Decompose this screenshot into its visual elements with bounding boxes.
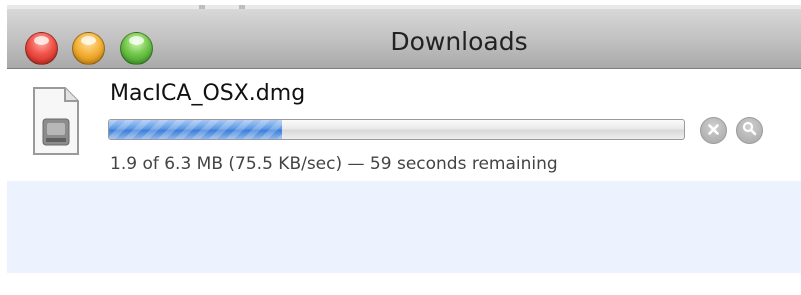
empty-list-row xyxy=(7,181,801,273)
progress-fill xyxy=(109,120,282,139)
download-status: 1.9 of 6.3 MB (75.5 KB/sec) — 59 seconds… xyxy=(110,154,558,174)
window-title: Downloads xyxy=(390,27,528,56)
reveal-in-finder-button[interactable] xyxy=(736,117,763,144)
stop-download-button[interactable] xyxy=(700,117,727,144)
title-bar[interactable]: Downloads xyxy=(7,9,801,69)
stop-x-icon xyxy=(707,121,720,140)
download-item[interactable]: MacICA_OSX.dmg 1.9 of 6.3 MB (75.5 KB/se… xyxy=(7,69,801,181)
downloads-window: Downloads MacICA_OSX.dmg 1.9 of 6.3 MB (… xyxy=(7,5,801,273)
magnifier-icon xyxy=(742,121,757,140)
file-name: MacICA_OSX.dmg xyxy=(110,81,306,106)
download-progress-bar xyxy=(108,119,685,140)
disk-image-icon[interactable] xyxy=(31,85,81,157)
